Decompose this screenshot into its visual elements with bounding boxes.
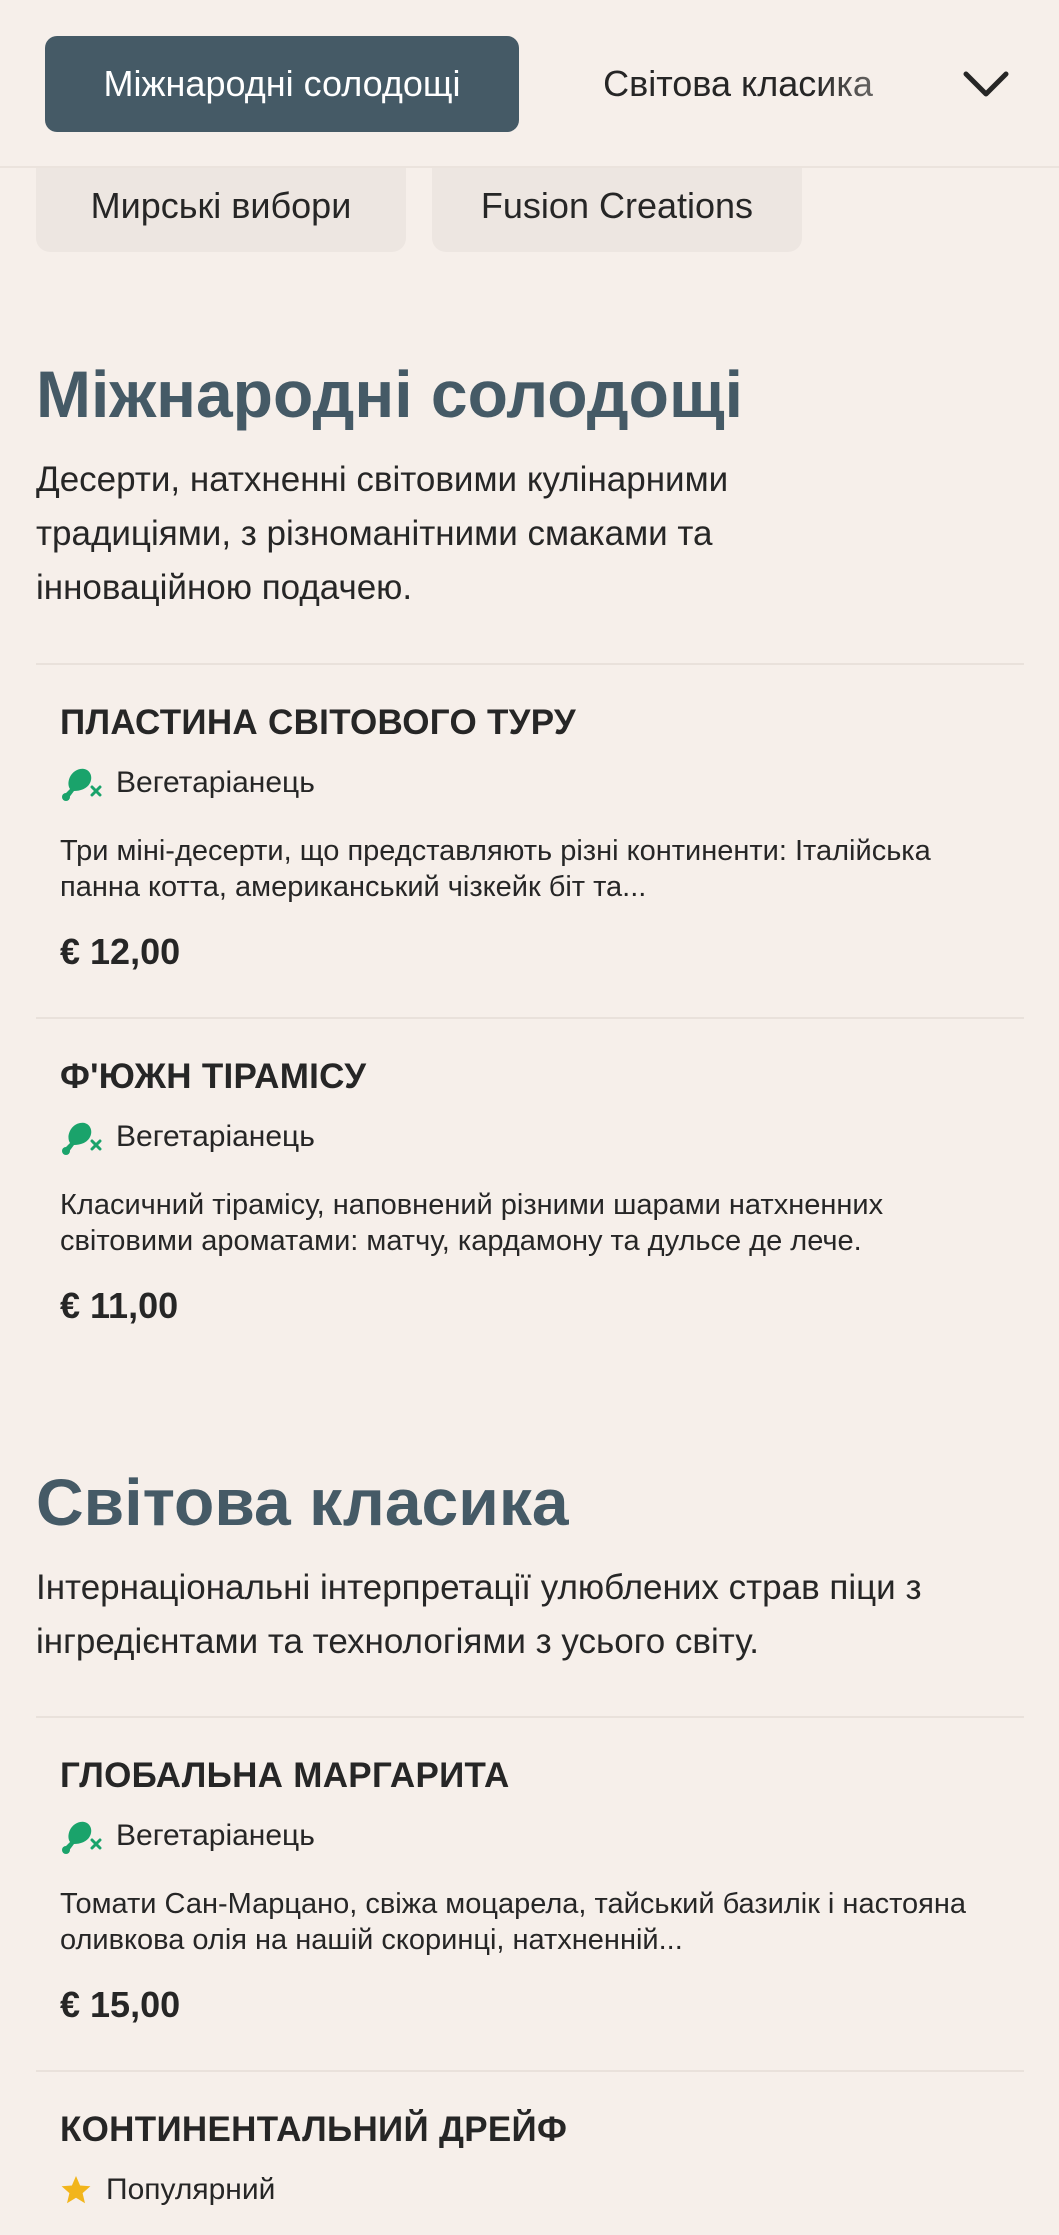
item-tag: Популярний: [60, 2170, 1000, 2210]
item-description: Три міні-десерти, що представляють різні…: [60, 835, 931, 903]
item-tag: Вегетаріанець: [60, 1117, 1000, 1157]
section-world-classics: Світова класика Інтернаціональні інтерпр…: [36, 1466, 1024, 1669]
item-price: € 12,00: [60, 931, 181, 972]
section-description: Інтернаціональні інтерпретації улюблених…: [36, 1567, 922, 1661]
item-price: € 15,00: [60, 1984, 181, 2025]
chevron-down-icon[interactable]: [960, 60, 1012, 108]
item-name: КОНТИНЕНТАЛЬНИЙ ДРЕЙФ: [60, 2110, 568, 2149]
more-categories: Мирські вибори Fusion Creations: [0, 160, 1059, 252]
menu-item[interactable]: ГЛОБАЛЬНА МАРГАРИТА Вегетаріанець Томати…: [36, 1716, 1024, 2071]
menu-item[interactable]: КОНТИНЕНТАЛЬНИЙ ДРЕЙФ Популярний: [36, 2070, 1024, 2235]
item-tag: Вегетаріанець: [60, 1816, 1000, 1856]
item-name: ГЛОБАЛЬНА МАРГАРИТА: [60, 1756, 510, 1795]
tab-label: Міжнародні солодощі: [103, 63, 461, 104]
item-description: Томати Сан-Марцано, свіжа моцарела, тайс…: [60, 1888, 967, 1956]
item-description: Класичний тірамісу, наповнений різними ш…: [60, 1189, 884, 1257]
category-pill-fusion-creations[interactable]: Fusion Creations: [432, 160, 802, 252]
tag-label: Вегетаріанець: [116, 766, 315, 799]
item-tag: Вегетаріанець: [60, 763, 1000, 803]
tag-label: Популярний: [106, 2173, 276, 2206]
item-name: Ф'ЮЖН ТІРАМІСУ: [60, 1057, 367, 1096]
menu-item[interactable]: ПЛАСТИНА СВІТОВОГО ТУРУ Вегетаріанець Тр…: [36, 663, 1024, 1018]
star-icon: [61, 2176, 91, 2204]
vegetarian-drumstick-icon: [62, 768, 102, 801]
section-international-sweets: Міжнародні солодощі Десерти, натхненні с…: [36, 358, 1024, 615]
section-title: Міжнародні солодощі: [36, 357, 743, 431]
menu-page: Міжнародні солодощі Світова класика Мирс…: [0, 0, 1059, 2235]
tag-label: Вегетаріанець: [116, 1819, 315, 1852]
item-price: € 11,00: [60, 1285, 179, 1326]
vegetarian-drumstick-icon: [62, 1122, 102, 1155]
tab-label: Світова класика: [603, 63, 873, 104]
tag-label: Вегетаріанець: [116, 1120, 315, 1153]
tab-international-sweets[interactable]: Міжнародні солодощі: [45, 36, 519, 132]
section-title: Світова класика: [36, 1465, 569, 1539]
pill-label: Fusion Creations: [480, 185, 754, 226]
item-name: ПЛАСТИНА СВІТОВОГО ТУРУ: [60, 703, 577, 742]
section-description: Десерти, натхненні світовими кулінарними…: [36, 459, 729, 607]
menu-item[interactable]: Ф'ЮЖН ТІРАМІСУ Вегетаріанець Класичний т…: [36, 1017, 1024, 1357]
vegetarian-drumstick-icon: [62, 1821, 102, 1854]
tab-world-classics[interactable]: Світова класика: [548, 36, 928, 132]
category-nav: Міжнародні солодощі Світова класика: [0, 0, 1059, 168]
pill-label: Мирські вибори: [90, 185, 352, 226]
category-pill-worldly-choices[interactable]: Мирські вибори: [36, 160, 406, 252]
